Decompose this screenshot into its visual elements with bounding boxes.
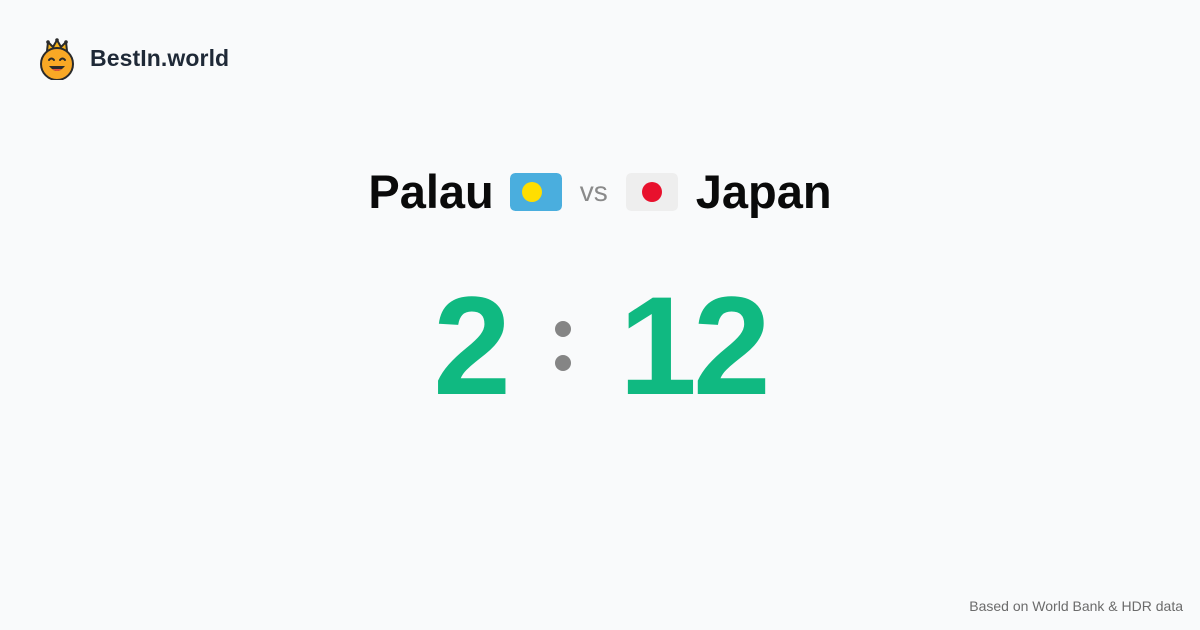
score-display: 2 12 [0, 276, 1200, 416]
separator-dot [555, 321, 572, 337]
vs-label: vs [579, 176, 608, 207]
score-separator [553, 276, 573, 416]
right-score: 12 [619, 267, 771, 424]
palau-flag-icon [509, 173, 562, 211]
crowned-smiley-icon [40, 38, 74, 80]
left-country-name[interactable]: Palau [368, 160, 493, 224]
separator-dot [555, 355, 572, 371]
right-country-name[interactable]: Japan [696, 160, 832, 224]
matchup-heading: Palau vs Japan [0, 160, 1200, 224]
brand-name: BestIn.world [90, 44, 230, 71]
left-score: 2 [433, 267, 511, 424]
brand[interactable]: BestIn.world [38, 36, 229, 80]
japan-flag-icon [625, 173, 678, 211]
data-source-note: Based on World Bank & HDR data [969, 598, 1183, 614]
